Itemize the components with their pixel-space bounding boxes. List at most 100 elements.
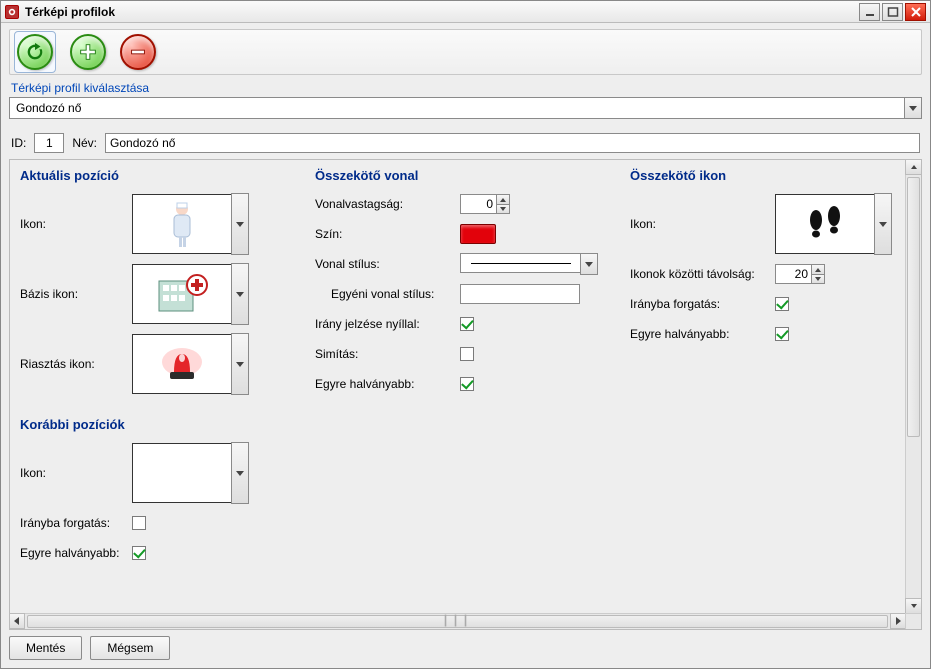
scroll-down-button[interactable] bbox=[905, 598, 922, 614]
alarm-icon-preview bbox=[132, 334, 232, 394]
settings-scroll-panel: Aktuális pozíció Ikon: bbox=[9, 159, 922, 630]
base-icon-preview bbox=[132, 264, 232, 324]
line-thickness-value[interactable] bbox=[460, 194, 496, 214]
conn-icon-label: Ikon: bbox=[630, 217, 775, 231]
line-smooth-label: Simítás: bbox=[315, 347, 460, 361]
spinner-down-button[interactable] bbox=[811, 274, 825, 284]
window-title: Térképi profilok bbox=[25, 5, 115, 19]
chevron-right-icon bbox=[894, 617, 902, 625]
window-body: Térképi profil kiválasztása ID: Név: Akt… bbox=[1, 23, 930, 668]
chevron-left-icon bbox=[13, 617, 21, 625]
line-smooth-checkbox[interactable] bbox=[460, 347, 474, 361]
save-button[interactable]: Mentés bbox=[9, 636, 82, 660]
spinner-up-button[interactable] bbox=[496, 194, 510, 204]
line-fade-label: Egyre halványabb: bbox=[315, 377, 460, 391]
previous-fade-checkbox[interactable] bbox=[132, 546, 146, 560]
remove-button[interactable] bbox=[120, 34, 156, 70]
line-color-picker[interactable] bbox=[460, 224, 496, 244]
conn-icon-preview bbox=[775, 194, 875, 254]
previous-icon-label: Ikon: bbox=[20, 466, 132, 480]
base-icon-dropdown[interactable] bbox=[231, 263, 249, 325]
conn-fade-label: Egyre halványabb: bbox=[630, 327, 775, 341]
conn-fade-checkbox[interactable] bbox=[775, 327, 789, 341]
add-button[interactable] bbox=[70, 34, 106, 70]
conn-distance-label: Ikonok közötti távolság: bbox=[630, 267, 775, 281]
chevron-down-icon bbox=[500, 207, 506, 211]
id-field[interactable] bbox=[34, 133, 64, 153]
current-icon-dropdown[interactable] bbox=[231, 193, 249, 255]
scroll-right-button[interactable] bbox=[890, 613, 906, 629]
line-style-dropdown-button[interactable] bbox=[580, 253, 598, 275]
titlebar: Térképi profilok bbox=[1, 1, 930, 23]
section-conn-icon-title: Összekötő ikon bbox=[630, 168, 895, 183]
line-style-label: Vonal stílus: bbox=[315, 257, 460, 271]
vscroll-thumb[interactable] bbox=[907, 177, 920, 437]
line-thickness-spinner[interactable] bbox=[460, 194, 510, 214]
chevron-down-icon bbox=[911, 604, 917, 608]
line-style-preview bbox=[460, 253, 580, 273]
line-fade-checkbox[interactable] bbox=[460, 377, 474, 391]
line-custom-style-input[interactable] bbox=[460, 284, 580, 304]
section-previous-title: Korábbi pozíciók bbox=[20, 417, 295, 432]
horizontal-scrollbar[interactable]: ┃┃┃ bbox=[10, 613, 905, 629]
conn-distance-spinner[interactable] bbox=[775, 264, 825, 284]
profile-select-dropdown-button[interactable] bbox=[904, 97, 922, 119]
footprints-icon bbox=[802, 204, 848, 244]
window: Térképi profilok Tér bbox=[0, 0, 931, 669]
section-line-title: Összekötő vonal bbox=[315, 168, 610, 183]
cancel-button[interactable]: Mégsem bbox=[90, 636, 170, 660]
close-button[interactable] bbox=[905, 3, 926, 21]
scroll-up-button[interactable] bbox=[905, 159, 922, 175]
chevron-down-icon bbox=[236, 222, 244, 227]
refresh-icon bbox=[24, 41, 46, 63]
profile-select-label: Térképi profil kiválasztása bbox=[11, 81, 922, 95]
conn-distance-value[interactable] bbox=[775, 264, 811, 284]
hospital-icon bbox=[155, 271, 209, 317]
name-field[interactable] bbox=[105, 133, 920, 153]
toolbar bbox=[9, 29, 922, 75]
chevron-up-icon bbox=[500, 198, 506, 202]
minus-icon bbox=[127, 41, 149, 63]
maximize-button[interactable] bbox=[882, 3, 903, 21]
conn-rotate-label: Irányba forgatás: bbox=[630, 297, 775, 311]
chevron-down-icon bbox=[236, 471, 244, 476]
current-icon-preview bbox=[132, 194, 232, 254]
minimize-button[interactable] bbox=[859, 3, 880, 21]
line-arrow-checkbox[interactable] bbox=[460, 317, 474, 331]
spinner-up-button[interactable] bbox=[811, 264, 825, 274]
chevron-down-icon bbox=[236, 292, 244, 297]
refresh-button[interactable] bbox=[17, 34, 53, 70]
vertical-scrollbar[interactable] bbox=[905, 160, 921, 613]
line-color-label: Szín: bbox=[315, 227, 460, 241]
siren-icon bbox=[157, 342, 207, 386]
identity-row: ID: Név: bbox=[11, 133, 920, 153]
previous-icon-dropdown[interactable] bbox=[231, 442, 249, 504]
previous-rotate-label: Irányba forgatás: bbox=[20, 516, 132, 530]
previous-fade-label: Egyre halványabb: bbox=[20, 546, 132, 560]
chevron-down-icon bbox=[585, 262, 593, 267]
app-icon bbox=[5, 5, 19, 19]
scroll-left-button[interactable] bbox=[9, 613, 25, 629]
profile-select[interactable] bbox=[9, 97, 922, 119]
footer: Mentés Mégsem bbox=[9, 630, 922, 660]
plus-icon bbox=[77, 41, 99, 63]
section-current-title: Aktuális pozíció bbox=[20, 168, 295, 183]
chevron-down-icon bbox=[815, 277, 821, 281]
profile-select-value[interactable] bbox=[9, 97, 904, 119]
line-style-select[interactable] bbox=[460, 253, 598, 275]
base-icon-label: Bázis ikon: bbox=[20, 287, 132, 301]
id-label: ID: bbox=[11, 136, 26, 150]
scroll-corner bbox=[905, 613, 921, 629]
chevron-up-icon bbox=[911, 165, 917, 169]
conn-rotate-checkbox[interactable] bbox=[775, 297, 789, 311]
hscroll-thumb[interactable]: ┃┃┃ bbox=[27, 615, 888, 628]
alarm-icon-dropdown[interactable] bbox=[231, 333, 249, 395]
chevron-down-icon bbox=[879, 222, 887, 227]
spinner-down-button[interactable] bbox=[496, 204, 510, 214]
current-icon-label: Ikon: bbox=[20, 217, 132, 231]
previous-icon-preview bbox=[132, 443, 232, 503]
previous-rotate-checkbox[interactable] bbox=[132, 516, 146, 530]
conn-icon-dropdown[interactable] bbox=[874, 193, 892, 255]
line-custom-style-label: Egyéni vonal stílus: bbox=[315, 287, 460, 301]
line-thickness-label: Vonalvastagság: bbox=[315, 197, 460, 211]
